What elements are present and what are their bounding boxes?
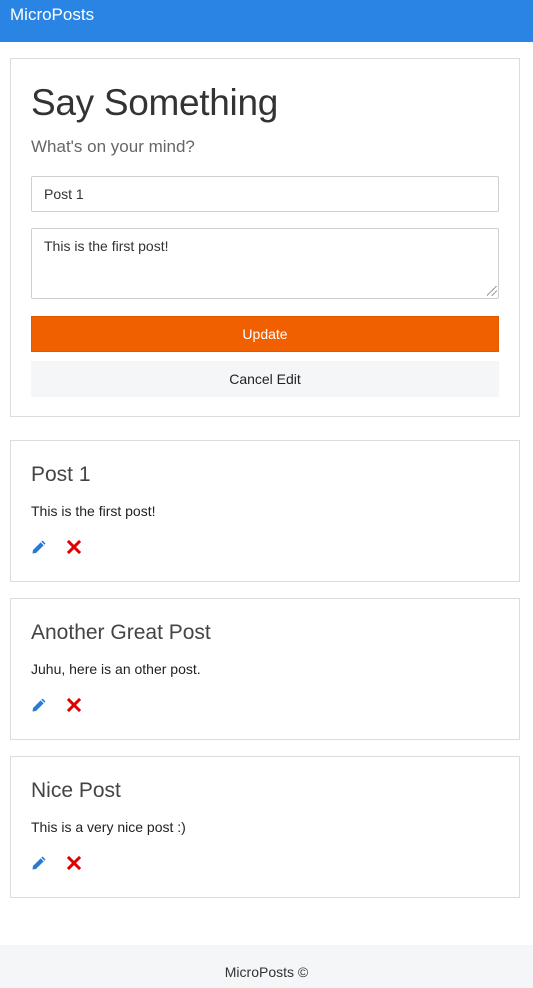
post-body-input[interactable]: This is the first post! xyxy=(31,228,499,299)
post-body: Juhu, here is an other post. xyxy=(31,661,201,677)
post-card: Another Great Post Juhu, here is an othe… xyxy=(10,598,520,740)
form-subtitle: What's on your mind? xyxy=(31,137,195,156)
footer-text: MicroPosts © xyxy=(224,964,309,980)
x-icon[interactable] xyxy=(67,698,81,712)
x-icon[interactable] xyxy=(67,540,81,554)
post-card: Nice Post This is a very nice post :) xyxy=(10,756,520,898)
post-card: Post 1 This is the first post! xyxy=(10,440,520,582)
pencil-icon[interactable] xyxy=(31,697,47,713)
post-title: Nice Post xyxy=(31,779,121,802)
footer: MicroPosts © xyxy=(0,945,533,988)
post-body: This is a very nice post :) xyxy=(31,819,186,835)
post-form-card: Say Something What's on your mind? This … xyxy=(10,58,520,417)
update-button[interactable]: Update xyxy=(31,316,499,352)
post-body: This is the first post! xyxy=(31,503,156,519)
pencil-icon[interactable] xyxy=(31,539,47,555)
navbar: MicroPosts xyxy=(0,0,533,42)
brand-link[interactable]: MicroPosts xyxy=(10,5,94,25)
form-title: Say Something xyxy=(31,82,279,123)
cancel-edit-button[interactable]: Cancel Edit xyxy=(31,361,499,397)
post-title: Post 1 xyxy=(31,463,91,486)
pencil-icon[interactable] xyxy=(31,855,47,871)
resize-grip-icon[interactable] xyxy=(487,286,497,296)
post-title-input[interactable] xyxy=(31,176,499,212)
x-icon[interactable] xyxy=(67,856,81,870)
post-title: Another Great Post xyxy=(31,621,211,644)
